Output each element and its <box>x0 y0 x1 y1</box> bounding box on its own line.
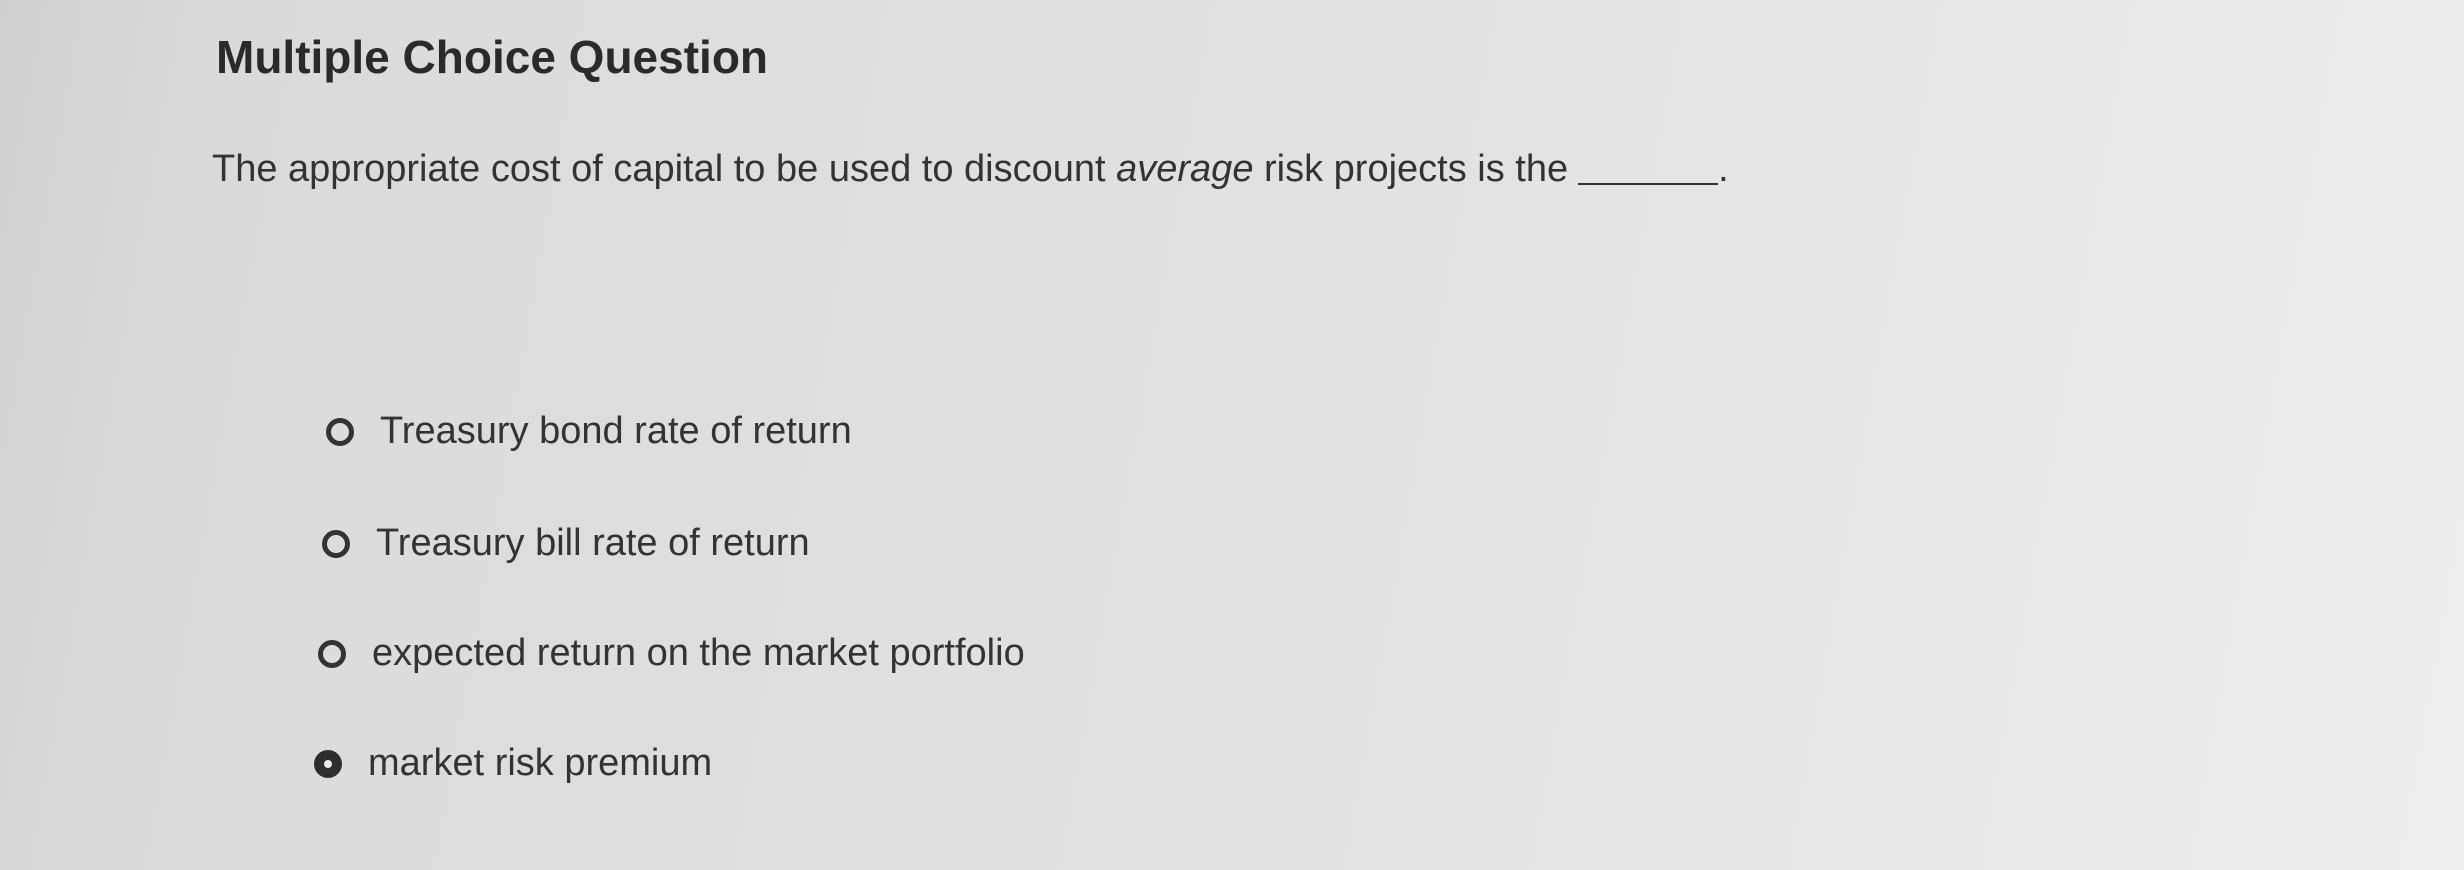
radio-icon[interactable] <box>326 417 354 446</box>
option-treasury-bond[interactable]: Treasury bond rate of return <box>326 410 852 453</box>
prompt-text-end: risk projects is the <box>1253 148 1569 190</box>
prompt-text-start: The appropriate cost of capital to be us… <box>212 148 1117 190</box>
question-prompt: The appropriate cost of capital to be us… <box>212 148 1729 191</box>
prompt-period: . <box>1718 148 1729 190</box>
question-heading: Multiple Choice Question <box>216 31 769 83</box>
radio-icon[interactable] <box>322 529 350 558</box>
question-page: Multiple Choice Question The appropriate… <box>0 0 2464 870</box>
option-market-risk-premium[interactable]: market risk premium <box>314 742 712 785</box>
option-label: expected return on the market portfolio <box>372 632 1025 674</box>
option-label: Treasury bond rate of return <box>380 410 852 452</box>
option-treasury-bill[interactable]: Treasury bill rate of return <box>322 522 810 565</box>
answer-blank <box>1578 183 1719 185</box>
prompt-emphasis: average <box>1116 148 1254 190</box>
option-label: market risk premium <box>368 742 713 784</box>
radio-selected-icon[interactable] <box>314 749 342 778</box>
option-label: Treasury bill rate of return <box>376 522 810 564</box>
radio-icon[interactable] <box>318 639 346 668</box>
option-expected-market-return[interactable]: expected return on the market portfolio <box>318 632 1025 675</box>
